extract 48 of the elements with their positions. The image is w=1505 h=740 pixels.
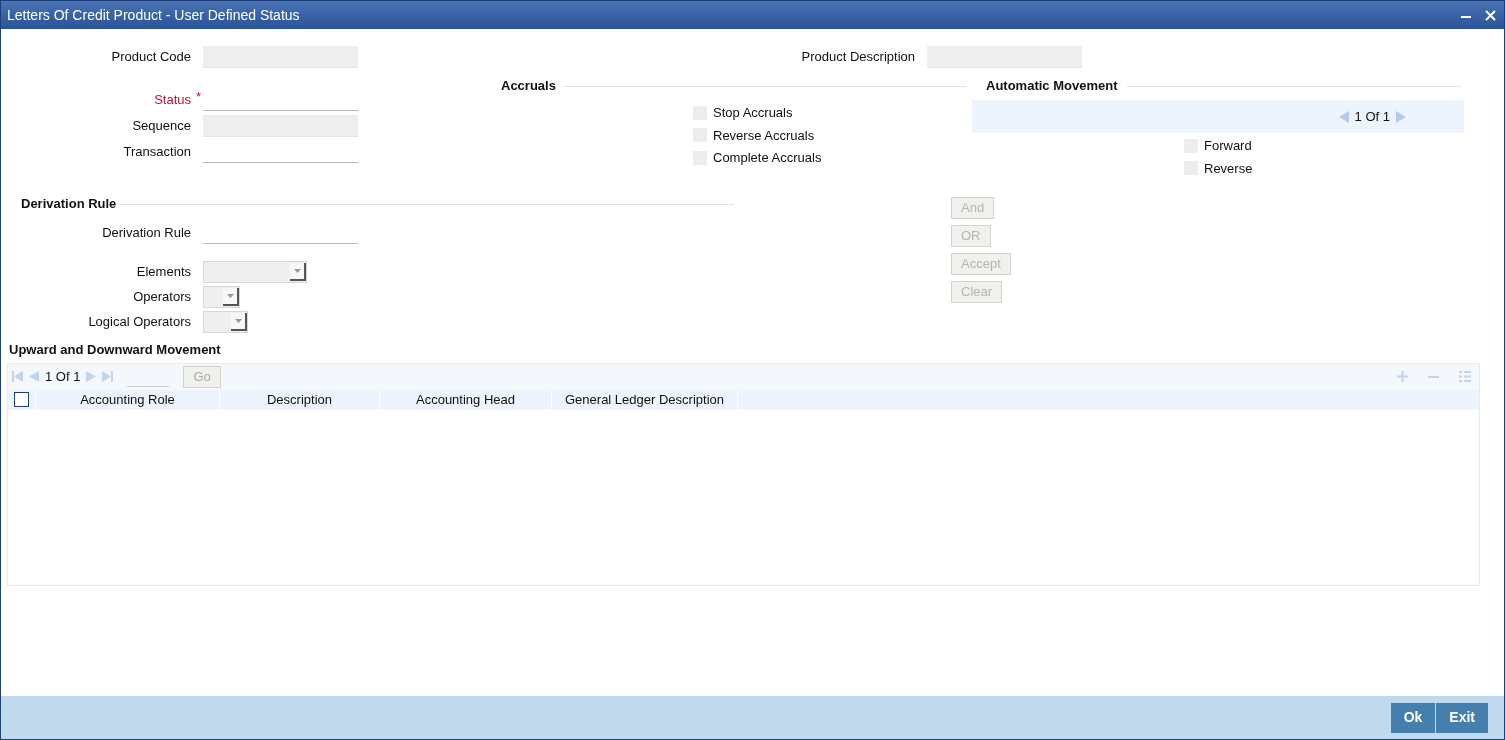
dropdown[interactable]: [203, 311, 248, 333]
dropdown-arrow-button[interactable]: [223, 288, 239, 306]
last-page-icon[interactable]: [102, 371, 114, 382]
first-page-icon[interactable]: [12, 371, 23, 382]
window-title: Letters Of Credit Product - User Defined Status: [7, 5, 300, 25]
column-header[interactable]: General Ledger Description: [551, 389, 737, 410]
dropdown-arrow-button[interactable]: [231, 313, 247, 331]
field-label: Sequence: [132, 117, 191, 136]
field-label: Operators: [133, 288, 191, 307]
page-indicator: 1 Of 1: [45, 367, 81, 386]
field-label: Elements: [136, 263, 191, 282]
field-label: Derivation Rule: [102, 224, 191, 243]
field-label: Product Code: [111, 48, 191, 67]
caret-icon: [234, 319, 242, 323]
section-heading: Upward and Downward Movement: [9, 342, 221, 357]
next-icon[interactable]: [86, 371, 97, 382]
checkbox-label: Complete Accruals: [713, 149, 822, 167]
caret-icon: [226, 294, 234, 298]
footer-button[interactable]: Exit: [1436, 702, 1488, 733]
dropdown[interactable]: [203, 286, 240, 308]
remove-icon[interactable]: [1428, 375, 1439, 378]
checkbox-label: Stop Accruals: [713, 104, 793, 122]
list-icon[interactable]: [1459, 371, 1471, 382]
checkbox[interactable]: [14, 392, 29, 407]
column-header[interactable]: Description: [219, 389, 379, 410]
checkbox-label: Reverse Accruals: [713, 126, 815, 145]
checkbox-label: Reverse: [1204, 159, 1253, 178]
page-indicator: 1 Of 1: [1354, 107, 1390, 126]
field-label: Product Description: [801, 48, 915, 67]
column-header[interactable]: Accounting Head: [379, 389, 551, 410]
checkbox-label: Forward: [1204, 137, 1252, 155]
add-icon[interactable]: [1397, 371, 1408, 382]
close-icon[interactable]: [1485, 9, 1496, 21]
section-heading: Derivation Rule: [21, 195, 117, 214]
caret-icon: [293, 269, 301, 273]
previous-icon[interactable]: [29, 371, 39, 382]
field-label: Status: [154, 91, 191, 110]
dropdown[interactable]: [203, 261, 307, 283]
previous-icon[interactable]: [1338, 110, 1349, 123]
column-header[interactable]: Accounting Role: [35, 389, 219, 410]
dropdown-arrow-button[interactable]: [290, 263, 306, 281]
section-heading: Automatic Movement: [986, 77, 1118, 96]
next-icon[interactable]: [1396, 110, 1406, 123]
required-mark: *: [195, 88, 201, 107]
section-heading: Accruals: [501, 77, 556, 96]
field-label: Transaction: [123, 143, 191, 162]
field-label: Logical Operators: [88, 313, 191, 332]
footer-button[interactable]: Ok: [1390, 702, 1436, 733]
